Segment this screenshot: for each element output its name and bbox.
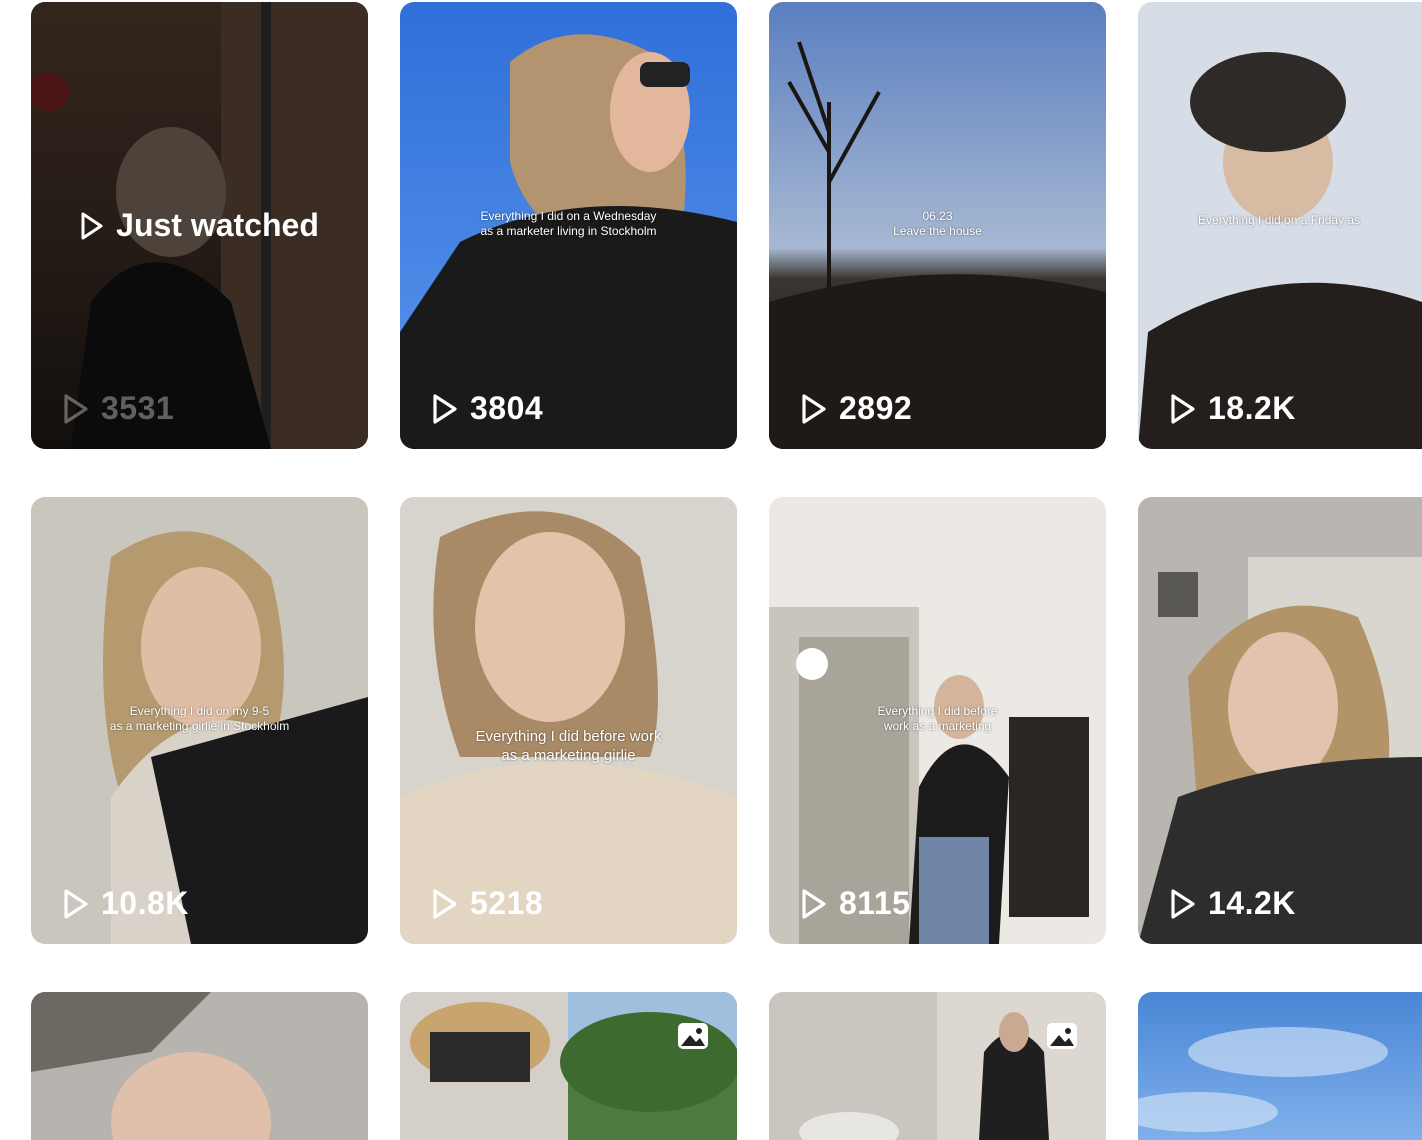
caption-line: Leave the house	[893, 224, 982, 238]
play-icon	[802, 888, 826, 919]
video-grid: Just watched 3531 Everything I did on a …	[0, 0, 1422, 1140]
view-count: 2892	[801, 390, 912, 427]
play-icon	[1171, 393, 1195, 424]
view-count: 5218	[432, 885, 543, 922]
video-card[interactable]	[31, 992, 368, 1140]
video-card[interactable]: Everything I did on my 9-5 as a marketin…	[31, 497, 368, 944]
just-watched-text: Just watched	[116, 207, 319, 243]
video-thumbnail	[1138, 992, 1422, 1140]
video-card[interactable]: Everything I did before work as a market…	[400, 497, 737, 944]
photo-card[interactable]	[769, 992, 1106, 1140]
view-count: 14.2K	[1170, 885, 1296, 922]
caption-line: Everything I did on my 9-5	[129, 704, 270, 718]
caption-line: as a marketer living in Stockholm	[480, 224, 657, 238]
view-count-value: 18.2K	[1208, 390, 1296, 426]
photo-thumbnail	[400, 992, 737, 1140]
view-count: 8115	[801, 885, 910, 922]
caption-line: 06.23	[922, 209, 953, 223]
photo-thumbnail	[769, 992, 1106, 1140]
video-thumbnail	[31, 992, 368, 1140]
view-count-value: 3531	[101, 390, 175, 426]
view-count-value: 8115	[839, 885, 911, 921]
view-count: 10.8K	[63, 885, 189, 922]
video-card[interactable]: Everything I did on a Friday as 18.2K	[1138, 2, 1422, 449]
play-icon	[64, 393, 88, 424]
image-icon	[678, 1023, 708, 1049]
caption-line: as a marketing girlie in Stockholm	[109, 719, 290, 733]
video-caption: 06.23 Leave the house	[769, 209, 1106, 239]
play-icon	[1171, 888, 1195, 919]
view-count-value: 14.2K	[1208, 885, 1296, 921]
view-count: 3804	[432, 390, 543, 427]
video-thumbnail	[400, 497, 737, 944]
view-count: 3531	[63, 390, 174, 427]
caption-line: Everything I did before	[877, 704, 998, 718]
just-watched-label: Just watched	[31, 207, 368, 244]
view-count-value: 2892	[839, 390, 913, 426]
video-caption: Everything I did before work as a market…	[769, 704, 1106, 734]
video-card[interactable]: Everything I did before work as a market…	[769, 497, 1106, 944]
photo-card[interactable]	[400, 992, 737, 1140]
video-caption: Everything I did on a Friday as	[1138, 213, 1422, 228]
video-caption: Everything I did before work as a market…	[400, 727, 737, 765]
caption-line: Everything I did on a Friday as	[1198, 213, 1361, 227]
video-card[interactable]	[1138, 992, 1422, 1140]
play-icon	[433, 888, 457, 919]
caption-line: Everything I did before work	[475, 728, 662, 745]
video-caption: Everything I did on a Wednesday as a mar…	[400, 209, 737, 239]
caption-line: work as a marketing	[883, 719, 992, 733]
view-count: 18.2K	[1170, 390, 1296, 427]
play-icon	[802, 393, 826, 424]
video-card[interactable]: Just watched 3531	[31, 2, 368, 449]
view-count-value: 3804	[470, 390, 544, 426]
view-count-value: 5218	[470, 885, 544, 921]
caption-line: Everything I did on a Wednesday	[480, 209, 657, 223]
play-icon	[64, 888, 88, 919]
video-card[interactable]: 06.23 Leave the house 2892	[769, 2, 1106, 449]
video-card[interactable]: Everything I did on a Wednesday as a mar…	[400, 2, 737, 449]
caption-line: as a marketing girlie	[501, 747, 636, 764]
video-thumbnail	[1138, 497, 1422, 944]
video-caption: Everything I did on my 9-5 as a marketin…	[31, 704, 368, 734]
play-icon	[81, 212, 103, 239]
video-card[interactable]: 14.2K	[1138, 497, 1422, 944]
view-count-value: 10.8K	[101, 885, 189, 921]
play-icon	[433, 393, 457, 424]
image-icon	[1047, 1023, 1077, 1049]
